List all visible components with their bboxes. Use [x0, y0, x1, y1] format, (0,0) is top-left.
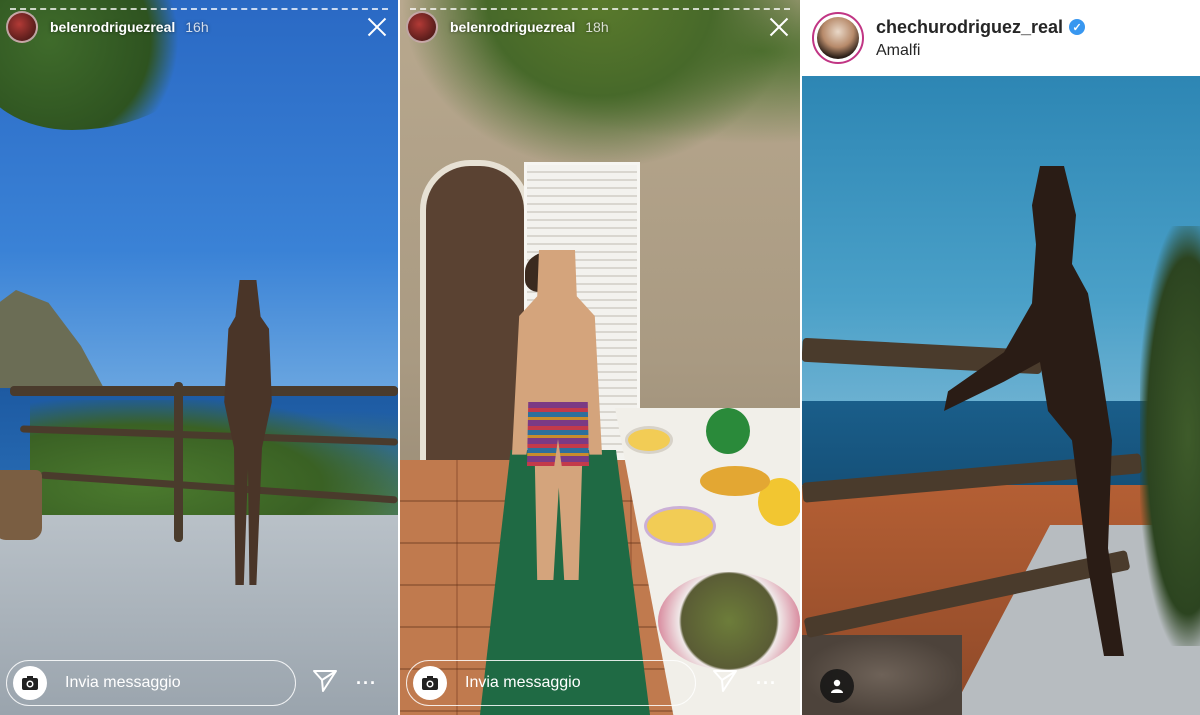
story-header: belenrodriguezreal 18h	[406, 10, 792, 44]
avatar[interactable]	[406, 11, 438, 43]
post-photo	[802, 76, 1200, 715]
story-reply-bar: Invia messaggio ···	[6, 659, 388, 707]
story-reply-bar: Invia messaggio ···	[406, 659, 790, 707]
story-panel-1: belenrodriguezreal 16h Invia messaggio ·…	[0, 0, 398, 715]
camera-icon[interactable]	[413, 666, 447, 700]
send-message-input[interactable]: Invia messaggio	[406, 660, 696, 706]
railing-top	[10, 386, 398, 396]
story-username[interactable]: belenrodriguezreal	[50, 19, 175, 35]
more-icon[interactable]: ···	[356, 673, 377, 694]
close-icon[interactable]	[364, 14, 390, 40]
person-icon[interactable]	[820, 669, 854, 703]
plant	[1140, 226, 1200, 646]
more-icon[interactable]: ···	[756, 673, 777, 694]
close-icon[interactable]	[766, 14, 792, 40]
story-username[interactable]: belenrodriguezreal	[450, 19, 575, 35]
avatar-image	[817, 17, 859, 59]
green-jug	[706, 408, 750, 454]
plate	[625, 426, 673, 454]
send-message-placeholder: Invia messaggio	[65, 674, 181, 691]
story-timestamp: 18h	[585, 19, 609, 35]
story-panel-2: belenrodriguezreal 18h Invia messaggio ·…	[400, 0, 800, 715]
post-header: chechurodriguez_real ✓ Amalfi	[802, 0, 1200, 76]
avatar[interactable]	[812, 12, 864, 64]
bread-basket	[700, 466, 770, 496]
plate	[644, 506, 716, 546]
send-icon[interactable]	[312, 669, 338, 698]
arched-doorway	[420, 160, 530, 460]
send-message-placeholder: Invia messaggio	[465, 674, 581, 691]
post-username[interactable]: chechurodriguez_real	[876, 17, 1063, 38]
plant-pot	[0, 470, 42, 540]
send-message-input[interactable]: Invia messaggio	[6, 660, 296, 706]
post-username-row: chechurodriguez_real ✓	[876, 17, 1086, 38]
story-timestamp: 16h	[185, 19, 209, 35]
railing-post	[174, 382, 183, 542]
serving-platter	[658, 572, 800, 670]
send-icon[interactable]	[712, 669, 738, 698]
post-location[interactable]: Amalfi	[876, 42, 1085, 60]
camera-icon[interactable]	[13, 666, 47, 700]
post-panel: chechurodriguez_real ✓ Amalfi	[802, 0, 1200, 715]
post-user-info: chechurodriguez_real ✓ Amalfi	[876, 17, 1086, 60]
verified-badge-icon: ✓	[1069, 19, 1086, 35]
avatar[interactable]	[6, 11, 38, 43]
story-header: belenrodriguezreal 16h	[6, 10, 390, 44]
